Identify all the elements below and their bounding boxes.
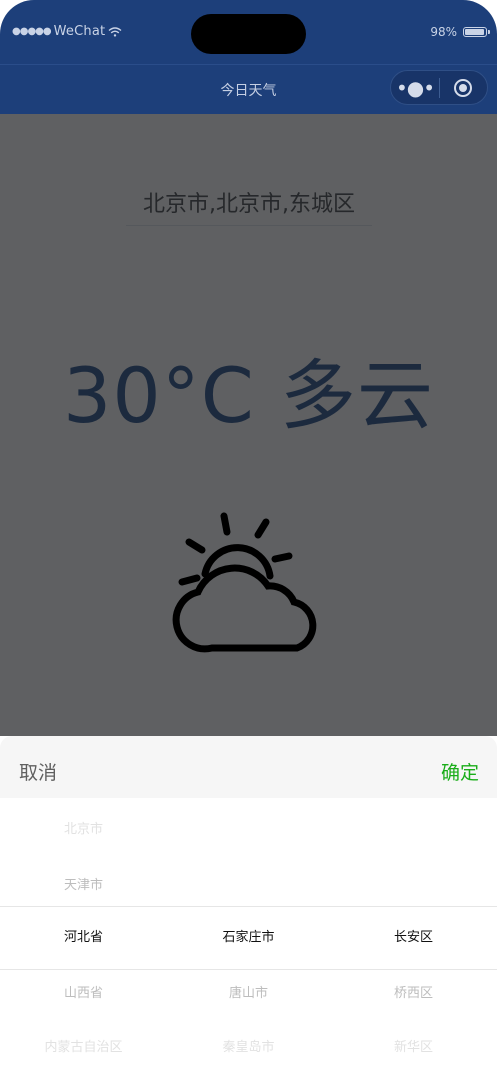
battery-percentage: 98%	[430, 25, 457, 39]
picker-item[interactable]: 长安区	[331, 924, 496, 952]
status-bar: ●●●●● WeChat 98%	[0, 0, 497, 64]
close-target-icon	[454, 78, 473, 97]
weather-content: 北京市,北京市,东城区 30°C 多云	[0, 114, 497, 736]
picker-item[interactable]: 石家庄市	[166, 924, 331, 952]
location-picker-trigger[interactable]: 北京市,北京市,东城区	[126, 186, 372, 226]
more-dots-icon: •●•	[395, 75, 435, 100]
battery-indicator: 98%	[430, 25, 490, 39]
navigation-bar: 今日天气 •●•	[0, 64, 497, 114]
battery-icon	[463, 27, 490, 37]
picker-item[interactable]	[331, 816, 496, 844]
picker-toolbar: 取消 确定	[0, 736, 497, 798]
cancel-button[interactable]: 取消	[19, 758, 57, 785]
carrier-indicator: ●●●●● WeChat	[12, 24, 122, 39]
picker-item[interactable]	[331, 872, 496, 900]
phone-screen: ●●●●● WeChat 98% 今日天气 •●• 北京市,北京市,东城区 30…	[0, 0, 497, 1078]
partly-cloudy-icon	[172, 512, 317, 653]
picker-item[interactable]: 天津市	[1, 872, 166, 900]
region-picker-sheet: 取消 确定 北京市 天津市 河北省 山西省 内蒙古自治区 石家庄市 唐山市 秦皇…	[0, 736, 497, 1078]
city-column[interactable]: 石家庄市 唐山市 秦皇岛市	[166, 798, 331, 1078]
miniprogram-capsule: •●•	[390, 70, 488, 105]
close-miniprogram-button[interactable]	[440, 78, 487, 97]
more-menu-button[interactable]: •●•	[391, 76, 439, 100]
confirm-button[interactable]: 确定	[441, 758, 479, 785]
picker-item[interactable]	[166, 872, 331, 900]
weather-summary: 30°C 多云	[63, 351, 434, 440]
province-column[interactable]: 北京市 天津市 河北省 山西省 内蒙古自治区	[1, 798, 166, 1078]
signal-icon: ●●●●●	[12, 26, 52, 37]
picker-item[interactable]: 河北省	[1, 924, 166, 952]
picker-item[interactable]: 新华区	[331, 1034, 496, 1062]
wifi-icon	[108, 26, 122, 37]
dynamic-island	[191, 14, 306, 54]
picker-item[interactable]: 桥西区	[331, 980, 496, 1008]
carrier-name: WeChat	[53, 24, 106, 39]
picker-item[interactable]: 秦皇岛市	[166, 1034, 331, 1062]
picker-item[interactable]: 北京市	[1, 816, 166, 844]
picker-item[interactable]: 唐山市	[166, 980, 331, 1008]
picker-item[interactable]	[166, 816, 331, 844]
picker-item[interactable]: 山西省	[1, 980, 166, 1008]
picker-item[interactable]: 内蒙古自治区	[1, 1034, 166, 1062]
region-picker: 北京市 天津市 河北省 山西省 内蒙古自治区 石家庄市 唐山市 秦皇岛市 长安区…	[0, 798, 497, 1078]
district-column[interactable]: 长安区 桥西区 新华区	[331, 798, 496, 1078]
